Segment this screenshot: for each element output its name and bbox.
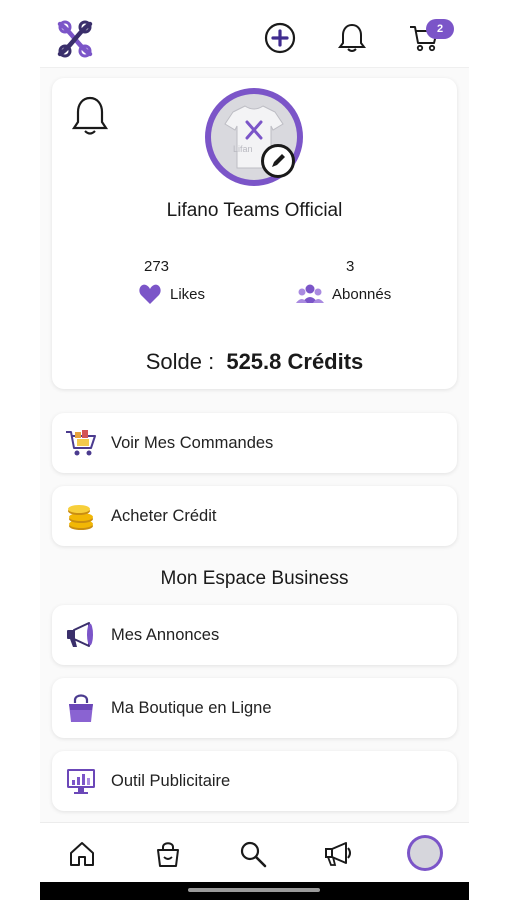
bell-icon[interactable] [70,94,110,138]
search-icon [240,841,267,868]
home-indicator[interactable] [188,888,320,892]
menu-item-buy-credit[interactable]: Acheter Crédit [52,486,457,546]
menu-item-label: Mes Annonces [111,625,220,644]
add-button[interactable] [262,20,298,56]
group-icon [296,284,324,303]
megaphone-icon [325,842,351,866]
heart-icon [139,284,161,304]
balance-label: Solde : [145,349,215,374]
analytics-monitor-icon [64,764,98,798]
profile-avatar[interactable]: Lifan [205,88,303,186]
likes-count: 273 [144,258,170,275]
menu-item-online-shop[interactable]: Ma Boutique en Ligne [52,678,457,738]
lifano-logo[interactable] [56,20,94,58]
bottom-nav [40,822,469,882]
balance-value: 525.8 Crédits [226,349,364,374]
notifications-button[interactable] [334,20,370,56]
coins-icon [64,499,98,533]
likes-stat[interactable]: 273 Likes [138,258,205,305]
menu-item-label: Outil Publicitaire [111,771,231,790]
nav-search[interactable] [236,837,270,871]
shopping-bag-icon [64,691,98,725]
nav-ads[interactable] [322,837,356,871]
profile-avatar [410,838,440,868]
edit-avatar-button[interactable] [261,144,295,178]
followers-count: 3 [346,258,355,275]
menu-item-orders[interactable]: Voir Mes Commandes [52,413,457,473]
balance: Solde : 525.8 Crédits [52,349,457,375]
menu-item-label: Voir Mes Commandes [111,433,274,452]
plus-circle-icon [264,22,296,54]
top-bar: 2 [40,0,469,68]
avatar-brand-text: Lifan [233,144,253,154]
home-indicator-area [40,882,469,900]
shopping-cart-icon [64,426,98,460]
edit-icon [272,154,285,167]
followers-label: Abonnés [332,285,392,303]
bag-icon [157,842,179,867]
nav-profile-avatar[interactable] [407,835,443,871]
cart-count-badge: 2 [426,19,454,39]
profile-card: Lifan Lifano Teams Official 273 Likes 3 [52,78,457,389]
followers-stat[interactable]: 3 Abonnés [296,258,391,305]
home-icon [70,842,94,866]
menu-item-label: Ma Boutique en Ligne [111,698,272,717]
menu-item-label: Acheter Crédit [111,506,217,525]
profile-name: Lifano Teams Official [166,200,343,221]
nav-shop[interactable] [151,837,185,871]
menu-item-ad-tool[interactable]: Outil Publicitaire [52,751,457,811]
likes-label: Likes [170,285,206,303]
nav-home[interactable] [65,837,99,871]
business-section-title: Mon Espace Business [160,568,349,589]
menu-item-ads[interactable]: Mes Annonces [52,605,457,665]
megaphone-icon [64,618,98,652]
app-screen: 2 Lifan Lifano Teams Official 273 Likes … [40,0,469,900]
bell-icon [338,23,366,52]
